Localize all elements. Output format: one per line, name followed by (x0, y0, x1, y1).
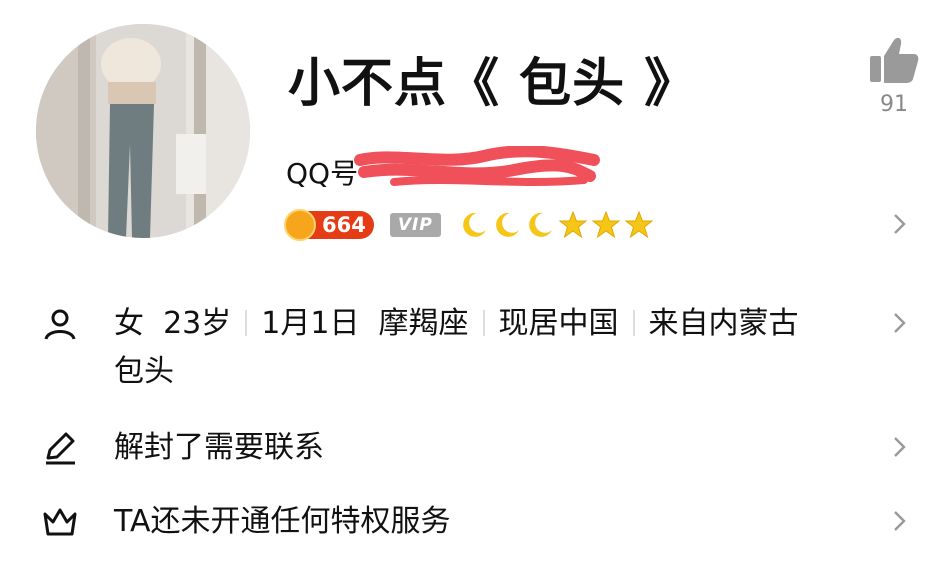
moon-icon (528, 212, 552, 237)
separator (632, 310, 635, 336)
privilege-text: TA还未开通任何特权服务 (114, 504, 451, 539)
info-row[interactable]: 女 23岁 1月1日 摩羯座 现居中国 来自内蒙古包头 (0, 300, 950, 396)
hometown-continued: 包头 (114, 354, 174, 389)
like-count: 91 (880, 92, 908, 117)
coin-badge: 664 (284, 209, 374, 241)
avatar-image (36, 24, 250, 238)
zodiac: 摩羯座 (378, 306, 469, 341)
thumbs-up-icon (870, 37, 919, 83)
coin-icon (284, 209, 316, 241)
like-button[interactable]: 91 (862, 34, 926, 117)
info-text: 女 23岁 1月1日 摩羯座 现居中国 来自内蒙古包头 (114, 300, 884, 396)
chevron-right-icon[interactable] (888, 213, 910, 235)
coin-score: 664 (322, 213, 366, 237)
vip-badge: VIP (389, 213, 441, 237)
location: 现居中国 (498, 306, 619, 341)
privilege-row[interactable]: TA还未开通任何特权服务 (0, 498, 950, 546)
hometown: 来自内蒙古 (648, 306, 799, 341)
level-icons (459, 210, 654, 240)
moon-icon (495, 212, 519, 237)
star-icon (624, 210, 654, 239)
qq-number: QQ号 (286, 146, 600, 192)
person-icon (44, 309, 76, 340)
avatar[interactable] (36, 24, 250, 238)
chevron-right-icon (894, 437, 906, 457)
moon-icon (462, 212, 486, 237)
nickname: 小不点《 包头 》 (288, 54, 698, 114)
badge-row[interactable]: 664 VIP (284, 208, 654, 242)
age: 23岁 (163, 306, 232, 341)
chevron-right-icon (894, 511, 906, 531)
birthday: 1月1日 (261, 306, 360, 341)
star-icon (591, 210, 621, 239)
gender: 女 (114, 306, 144, 341)
chevron-right-icon (894, 313, 906, 333)
star-icon (558, 210, 588, 239)
redaction-scribble (354, 146, 600, 186)
separator (245, 310, 248, 336)
qq-label: QQ号 (286, 157, 359, 190)
signature-text: 解封了需要联系 (114, 430, 324, 465)
signature-row[interactable]: 解封了需要联系 (0, 424, 950, 472)
pencil-icon (46, 432, 75, 465)
crown-icon (43, 508, 77, 536)
separator (482, 310, 485, 336)
